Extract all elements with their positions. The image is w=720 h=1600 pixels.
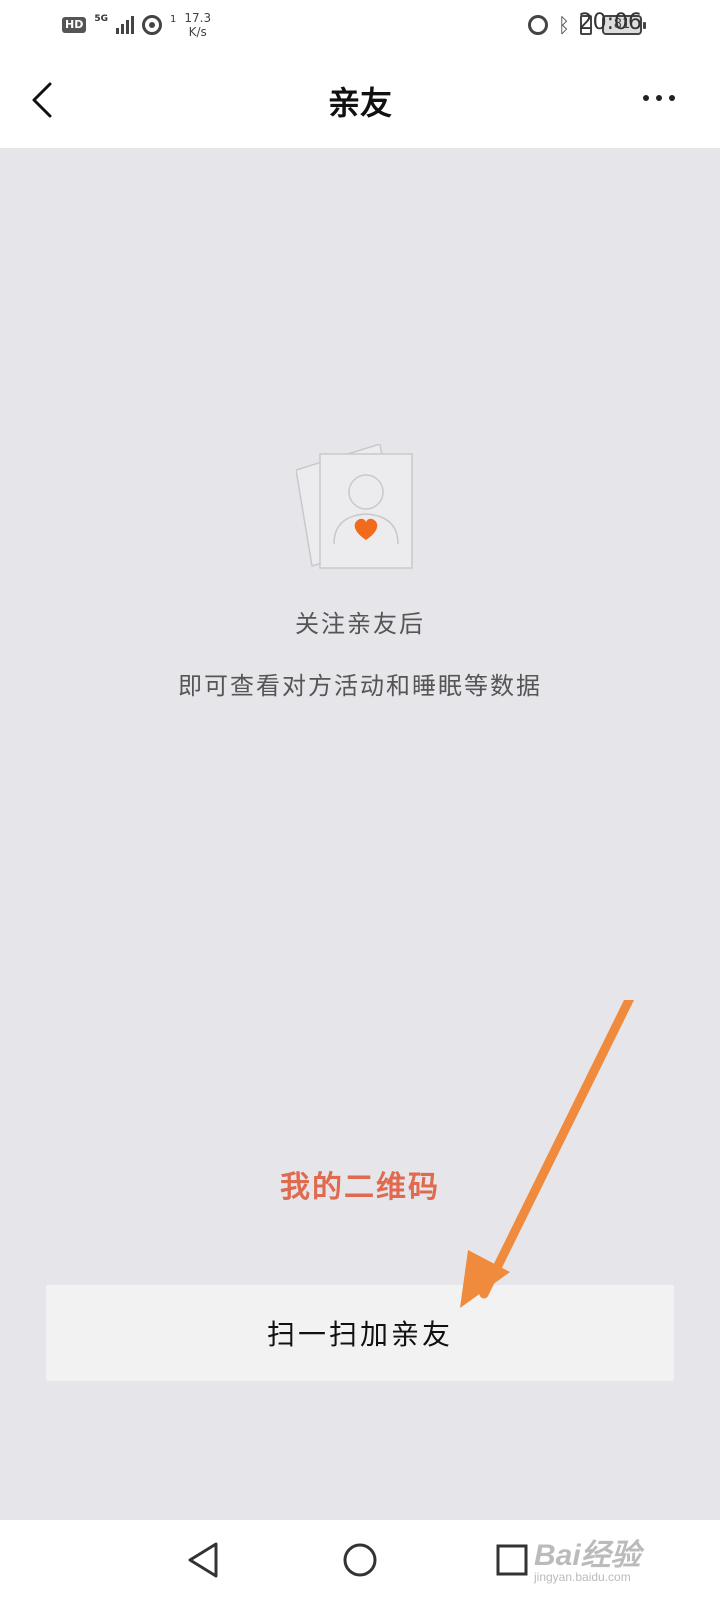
network-speed: 17.3 K/s	[184, 11, 211, 39]
signal-icon	[116, 16, 134, 34]
watermark-main: Bai经验	[534, 1539, 641, 1572]
nav-bar: 亲友	[0, 50, 720, 148]
status-left: HD 5G 1 17.3 K/s	[62, 8, 211, 42]
my-qr-code-link[interactable]: 我的二维码	[0, 1162, 720, 1206]
hd-badge: HD	[62, 17, 87, 33]
clock: 20:06	[578, 10, 642, 35]
baidu-watermark: Bai经验 jingyan.baidu.com	[534, 1530, 704, 1590]
speed-unit: K/s	[188, 25, 207, 39]
friend-card-illustration	[296, 444, 413, 569]
system-recents-icon[interactable]	[496, 1544, 528, 1576]
system-home-icon[interactable]	[342, 1542, 378, 1578]
speed-value: 17.3	[184, 11, 212, 25]
system-back-icon[interactable]	[186, 1540, 222, 1580]
sim-index: 1	[170, 13, 177, 25]
empty-state-description: 即可查看对方活动和睡眠等数据	[178, 672, 542, 700]
empty-state-title: 关注亲友后	[295, 610, 425, 638]
bluetooth-icon: ᛒ	[558, 13, 570, 37]
friends-screen: HD 5G 1 17.3 K/s ᛒ 81 20:06 亲友 关注亲友后 即可查…	[0, 0, 720, 1600]
scan-add-friend-button[interactable]: 扫一扫加亲友	[46, 1285, 674, 1381]
alarm-icon	[528, 15, 548, 35]
watermark-url: jingyan.baidu.com	[534, 1570, 631, 1584]
hotspot-icon	[142, 15, 162, 35]
status-bar: HD 5G 1 17.3 K/s ᛒ 81 20:06	[0, 0, 720, 50]
network-type: 5G	[94, 14, 108, 24]
more-options-icon[interactable]	[642, 92, 676, 104]
page-title: 亲友	[327, 84, 392, 122]
